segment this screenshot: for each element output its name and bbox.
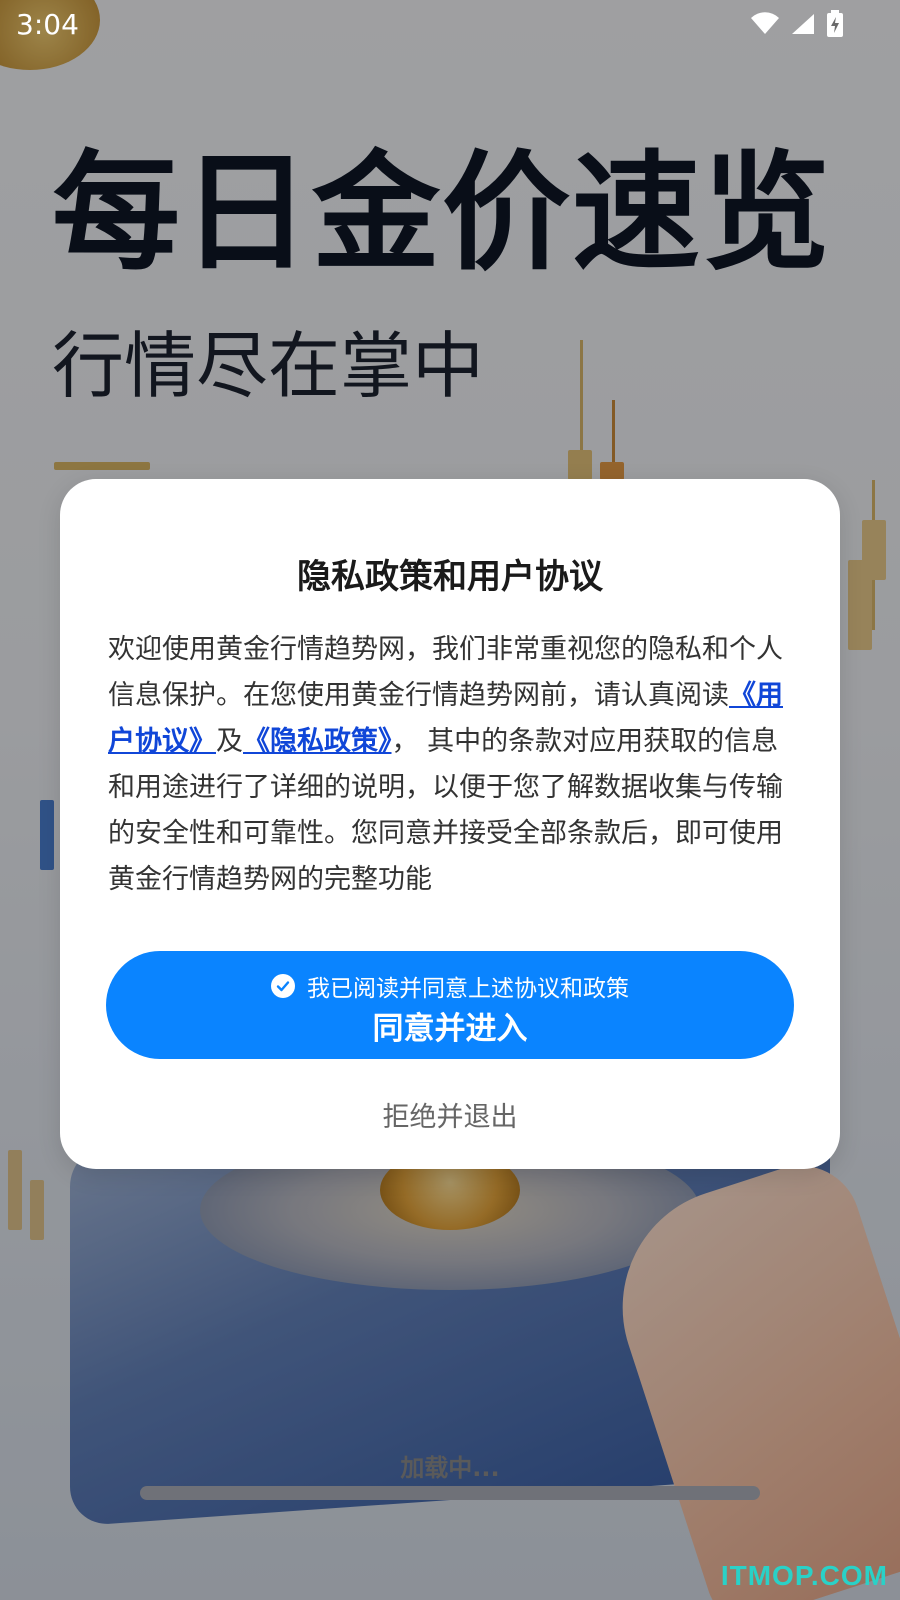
body-text-prefix: 欢迎使用黄金行情趋势网，我们非常重视您的隐私和个人信息保护。在您使用黄金行情趋势… (108, 634, 783, 711)
consent-checkbox-label: 我已阅读并同意上述协议和政策 (307, 976, 629, 1002)
dialog-body: 欢迎使用黄金行情趋势网，我们非常重视您的隐私和个人信息保护。在您使用黄金行情趋势… (108, 627, 798, 903)
loading-progress-bar (140, 1486, 760, 1500)
dialog-title: 隐私政策和用户协议 (297, 557, 603, 597)
agree-and-enter-button[interactable]: 我已阅读并同意上述协议和政策 同意并进入 (106, 951, 794, 1059)
wifi-icon (751, 12, 779, 34)
agree-button-label: 同意并进入 (372, 1011, 528, 1047)
battery-charging-icon (827, 10, 843, 37)
watermark: ITMOP.COM (720, 1560, 888, 1591)
status-bar: 3:04 (0, 0, 900, 48)
privacy-policy-link[interactable]: 《隐私政策》 (243, 726, 392, 757)
reject-and-exit-button[interactable]: 拒绝并退出 (60, 1095, 840, 1134)
body-conjunction: 及 (216, 726, 243, 757)
status-time: 3:04 (16, 8, 79, 41)
privacy-dialog: 隐私政策和用户协议 欢迎使用黄金行情趋势网，我们非常重视您的隐私和个人信息保护。… (60, 479, 840, 1169)
consent-checkbox-row[interactable]: 我已阅读并同意上述协议和政策 (106, 969, 794, 1003)
loading-text: 加载中... (400, 1454, 500, 1482)
signal-icon (792, 14, 814, 34)
check-icon[interactable] (271, 974, 295, 998)
